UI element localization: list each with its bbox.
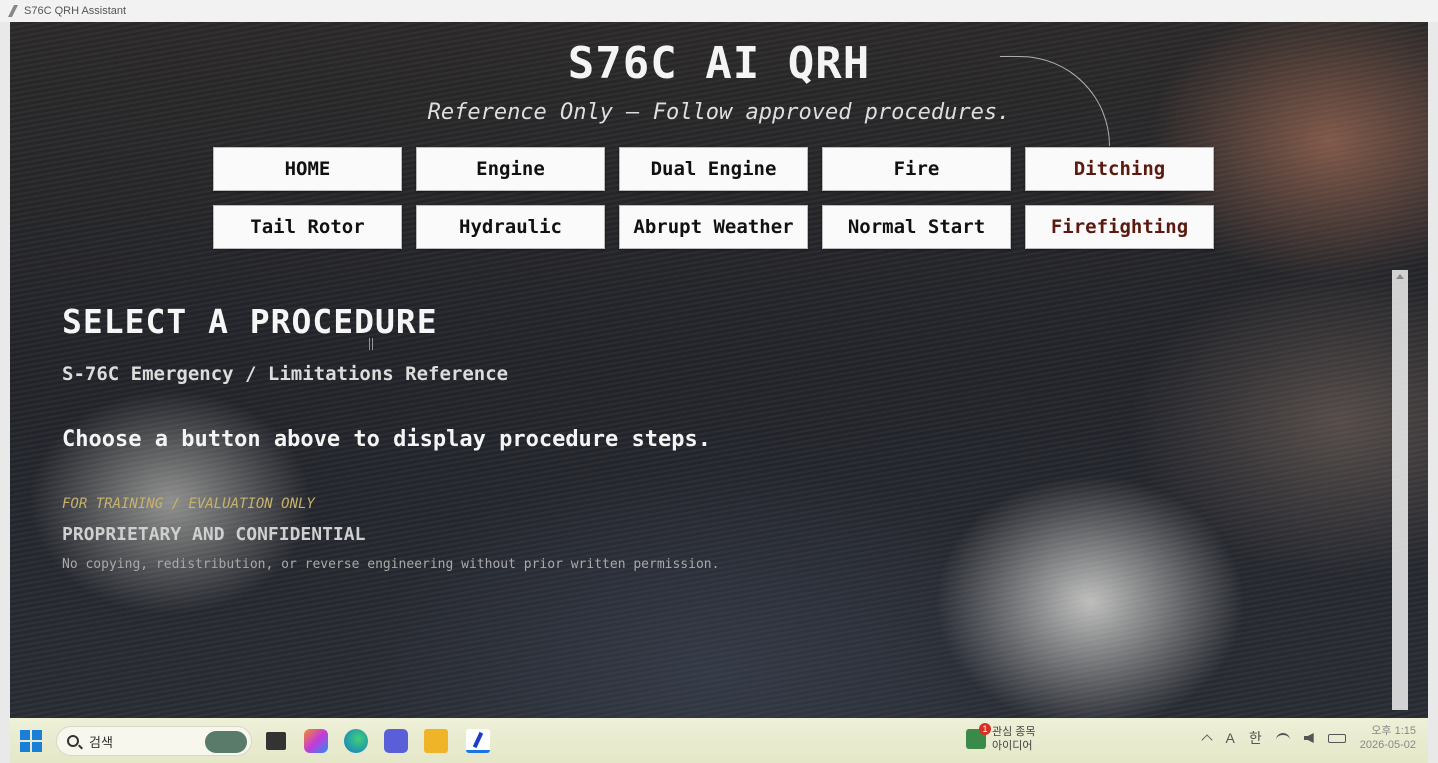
- engine-button[interactable]: Engine: [416, 147, 605, 191]
- disclaimer-text: No copying, redistribution, or reverse e…: [62, 557, 720, 572]
- nav-row-1: HOME Engine Dual Engine Fire Ditching: [213, 147, 1217, 191]
- home-button[interactable]: HOME: [213, 147, 402, 191]
- app-main: S76C AI QRH Reference Only — Follow appr…: [10, 22, 1428, 718]
- notification-badge: 1: [979, 723, 991, 735]
- start-icon[interactable]: [20, 730, 42, 752]
- abrupt-weather-button[interactable]: Abrupt Weather: [619, 205, 808, 249]
- copilot-icon[interactable]: [304, 729, 328, 753]
- nav-row-2: Tail Rotor Hydraulic Abrupt Weather Norm…: [213, 205, 1217, 249]
- app-subtitle: Reference Only — Follow approved procedu…: [427, 100, 1011, 125]
- stocks-widget[interactable]: 1 관심 종목 아이디어: [966, 723, 1036, 753]
- training-note: FOR TRAINING / EVALUATION ONLY: [62, 496, 315, 512]
- dual-engine-button[interactable]: Dual Engine: [619, 147, 808, 191]
- clock[interactable]: 오후 1:15 2026-05-02: [1360, 724, 1416, 752]
- clock-time: 오후 1:15: [1371, 725, 1416, 737]
- battery-icon[interactable]: [1327, 733, 1346, 743]
- widget-text: 관심 종목 아이디어: [992, 725, 1036, 753]
- file-explorer-icon[interactable]: [424, 729, 448, 753]
- app-icon: [8, 5, 18, 17]
- scroll-up-icon[interactable]: [1396, 274, 1404, 279]
- content-scrollbar[interactable]: [1392, 270, 1408, 710]
- search-icon: [67, 735, 79, 747]
- task-view-icon[interactable]: [266, 732, 286, 750]
- instruction-text: Choose a button above to display procedu…: [62, 427, 712, 452]
- window-title-bar: S76C QRH Assistant: [0, 0, 1438, 22]
- fire-button[interactable]: Fire: [822, 147, 1011, 191]
- taskbar: 검색 1 관심 종목 아이디어 A 한 오후 1:15 2026-05-02: [10, 718, 1428, 763]
- widget-line1: 관심 종목: [992, 726, 1036, 738]
- hydraulic-button[interactable]: Hydraulic: [416, 205, 605, 249]
- speaker-icon[interactable]: [1303, 733, 1314, 743]
- tray-overflow-chevron-icon[interactable]: [1201, 734, 1214, 746]
- firefighting-button[interactable]: Firefighting: [1025, 205, 1214, 249]
- text-cursor-icon: [369, 338, 373, 350]
- app-title: S76C AI QRH: [567, 38, 871, 89]
- procedure-nav: HOME Engine Dual Engine Fire Ditching Ta…: [213, 147, 1217, 263]
- ime-mode-a[interactable]: A: [1225, 730, 1234, 746]
- normal-start-button[interactable]: Normal Start: [822, 205, 1011, 249]
- procedure-content: SELECT A PROCEDURE S-76C Emergency / Lim…: [62, 302, 719, 572]
- taskbar-search[interactable]: 검색: [56, 726, 252, 756]
- teams-icon[interactable]: [384, 729, 408, 753]
- system-tray: A 한 오후 1:15 2026-05-02: [1201, 724, 1416, 752]
- tail-rotor-button[interactable]: Tail Rotor: [213, 205, 402, 249]
- clock-date: 2026-05-02: [1359, 739, 1416, 751]
- window-title: S76C QRH Assistant: [24, 5, 127, 17]
- search-highlight-icon: [205, 731, 247, 753]
- content-heading: SELECT A PROCEDURE: [62, 302, 438, 341]
- ditching-button[interactable]: Ditching: [1025, 147, 1214, 191]
- stocks-widget-icon: 1: [966, 723, 991, 749]
- ime-language[interactable]: 한: [1249, 728, 1262, 748]
- wifi-icon[interactable]: [1275, 733, 1290, 743]
- search-placeholder: 검색: [89, 734, 113, 750]
- content-subheading: S-76C Emergency / Limitations Reference: [62, 363, 509, 385]
- edge-browser-icon[interactable]: [344, 729, 368, 753]
- widget-line2: 아이디어: [992, 740, 1033, 752]
- proprietary-notice: PROPRIETARY AND CONFIDENTIAL: [62, 524, 366, 545]
- quill-app-icon[interactable]: [466, 729, 490, 753]
